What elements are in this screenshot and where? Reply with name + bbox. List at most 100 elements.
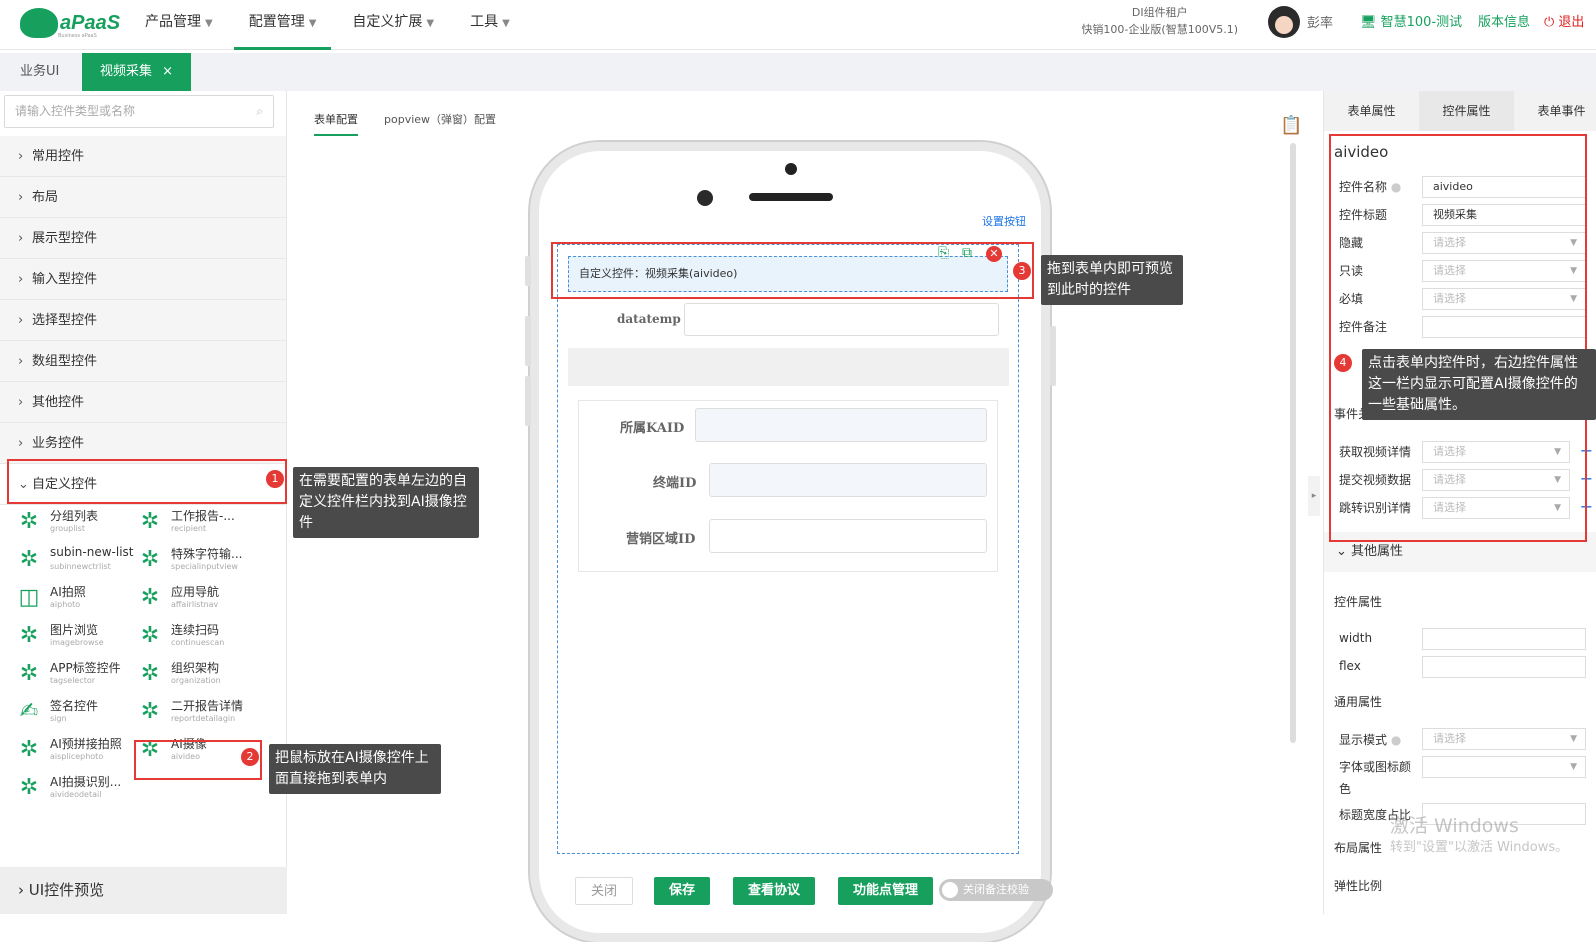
field-label: datatemp xyxy=(617,312,681,326)
annotation-tip: 点击表单内控件时，右边控件属性这一栏内显示可配置AI摄像控件的一些基础属性。 xyxy=(1362,349,1596,420)
section-label: 控件属性 xyxy=(1334,595,1383,609)
save-button[interactable]: 保存 xyxy=(654,877,711,905)
category-other[interactable]: › 其他控件 xyxy=(0,382,286,423)
component-item[interactable]: ✲ 分组列表 grouplist xyxy=(16,505,134,539)
display-mode-select[interactable]: 请选择 ▼ xyxy=(1422,728,1586,750)
chevron-right-icon: › xyxy=(18,149,24,164)
version-link[interactable]: 版本信息 xyxy=(1478,11,1530,30)
watermark-title: 激活 Windows xyxy=(1390,815,1519,837)
tab-popview-config[interactable]: popview（弹窗）配置 xyxy=(384,111,496,134)
chevron-right-icon: › xyxy=(18,881,29,899)
component-item[interactable]: ✲ 应用导航 affairlistnav xyxy=(137,581,255,615)
flex-input[interactable] xyxy=(1422,656,1586,678)
component-item[interactable]: ✲ 工作报告-... recipient xyxy=(137,505,255,539)
tenant-name: DI组件租户 xyxy=(1131,6,1188,19)
category-business[interactable]: › 业务控件 xyxy=(0,423,286,464)
phone-side-button xyxy=(525,376,531,426)
component-item[interactable]: ✲ AI预拼接拍照 aisplicephoto xyxy=(16,733,134,767)
kaid-input[interactable] xyxy=(695,408,987,442)
chevron-right-icon: › xyxy=(18,272,24,287)
camera-icon: ◫ xyxy=(18,585,40,610)
step-badge: 3 xyxy=(1013,262,1031,280)
avatar[interactable] xyxy=(1268,6,1300,38)
close-button[interactable]: 关闭 xyxy=(575,877,634,905)
prop-label: 显示模式 ● xyxy=(1339,733,1402,747)
tab-form-config[interactable]: 表单配置 xyxy=(314,111,358,136)
category-array[interactable]: › 数组型控件 xyxy=(0,341,286,382)
component-item[interactable]: ✲ AI拍摄识别... aivideodetail xyxy=(16,771,134,805)
display-icon: 🖥 xyxy=(1360,15,1381,30)
category-input[interactable]: › 输入型控件 xyxy=(0,259,286,300)
phone-side-button xyxy=(1050,326,1056,386)
category-common[interactable]: › 常用控件 xyxy=(0,136,286,177)
terminal-id-input[interactable] xyxy=(709,463,987,497)
chevron-right-icon: › xyxy=(18,354,24,369)
dropdown-icon: ▼ xyxy=(1570,734,1577,744)
category-layout[interactable]: › 布局 xyxy=(0,177,286,218)
chevron-right-icon: › xyxy=(18,436,24,451)
menu-extension[interactable]: 自定义扩展 ▼ xyxy=(337,0,449,50)
highlight-box xyxy=(1329,134,1587,542)
component-item[interactable]: ✲ APP标签控件 tagselector xyxy=(16,657,134,691)
puzzle-icon: ✲ xyxy=(140,623,160,648)
component-item[interactable]: ✲ 图片浏览 imagebrowse xyxy=(16,619,134,653)
brand-logo[interactable]: aPaaS Business aPaaS xyxy=(20,6,120,40)
chevron-down-icon: ⌄ xyxy=(1336,544,1352,559)
category-display[interactable]: › 展示型控件 xyxy=(0,218,286,259)
menu-tools[interactable]: 工具 ▼ xyxy=(455,0,525,50)
chevron-right-icon: › xyxy=(18,190,24,205)
component-item[interactable]: ✲ subin-new-list subinnewctrlist xyxy=(16,543,134,577)
signature-icon: ✍ xyxy=(19,699,39,724)
collapse-handle-icon[interactable]: ▸ xyxy=(1308,476,1320,516)
clipboard-icon[interactable]: 📋 xyxy=(1280,115,1302,136)
component-item[interactable]: ✲ 连续扫码 continuescan xyxy=(137,619,255,653)
set-button-link[interactable]: 设置按钮 xyxy=(982,213,1026,229)
env-link[interactable]: 🖥 智慧100-测试 xyxy=(1360,11,1462,30)
prop-label: width xyxy=(1339,631,1373,645)
component-item[interactable]: ✍ 签名控件 sign xyxy=(16,695,134,729)
menu-product[interactable]: 产品管理 ▼ xyxy=(130,0,228,50)
tab-video-capture[interactable]: 视频采集 × xyxy=(82,53,192,91)
section-label: 通用属性 xyxy=(1334,695,1383,709)
remark-validation-toggle[interactable]: 关闭备注校验 xyxy=(939,879,1053,901)
search-input[interactable]: 请输入控件类型或名称 ⌕ xyxy=(4,95,274,128)
caret-down-icon: ▼ xyxy=(205,18,213,29)
logout-link[interactable]: ⏻ 退出 xyxy=(1544,11,1584,30)
user-name[interactable]: 彭率 xyxy=(1307,12,1333,31)
step-badge: 1 xyxy=(266,470,284,488)
highlight-box xyxy=(7,459,287,504)
search-icon: ⌕ xyxy=(256,104,263,118)
chevron-right-icon: › xyxy=(18,231,24,246)
prop-label: 字体或图标颜 xyxy=(1339,760,1412,774)
puzzle-icon: ✲ xyxy=(19,737,39,762)
dropdown-icon: ▼ xyxy=(1570,762,1577,772)
close-icon[interactable]: × xyxy=(162,64,173,79)
ui-preview-toggle[interactable]: › UI控件预览 xyxy=(0,867,287,914)
tenant-info: DI组件租户 快销100-企业版(智慧100V5.1) xyxy=(1081,4,1238,38)
feature-management-button[interactable]: 功能点管理 xyxy=(838,877,934,905)
tab-business-ui[interactable]: 业务UI xyxy=(2,53,77,91)
tab-form-props[interactable]: 表单属性 xyxy=(1324,91,1419,131)
puzzle-icon: ✲ xyxy=(140,585,160,610)
prop-label: 弹性比例 xyxy=(1334,879,1383,893)
datatemp-input[interactable] xyxy=(684,303,999,336)
width-input[interactable] xyxy=(1422,628,1586,650)
component-item[interactable]: ✲ 组织架构 organization xyxy=(137,657,255,691)
tab-form-events[interactable]: 表单事件 xyxy=(1514,91,1596,131)
menu-config[interactable]: 配置管理 ▼ xyxy=(233,0,332,50)
view-agreement-button[interactable]: 查看协议 xyxy=(733,877,816,905)
component-item[interactable]: ✲ 二开报告详情 reportdetailagin xyxy=(137,695,255,729)
caret-down-icon: ▼ xyxy=(426,18,435,29)
component-item[interactable]: ◫ AI拍照 aiphoto xyxy=(16,581,134,615)
component-item[interactable]: ✲ 特殊字符输... specialinputview xyxy=(137,543,255,577)
tenant-edition: 快销100-企业版(智慧100V5.1) xyxy=(1081,23,1238,36)
region-id-input[interactable] xyxy=(709,519,987,553)
canvas-scrollbar[interactable] xyxy=(1290,143,1296,743)
tab-control-props[interactable]: 控件属性 xyxy=(1419,91,1514,131)
help-icon: ● xyxy=(1390,733,1402,747)
annotation-tip: 拖到表单内即可预览到此时的控件 xyxy=(1041,255,1183,305)
category-select[interactable]: › 选择型控件 xyxy=(0,300,286,341)
font-color-select[interactable]: ▼ xyxy=(1422,756,1586,778)
top-navbar: aPaaS Business aPaaS 产品管理 ▼ 配置管理 ▼ 自定义扩展 ▼ … xyxy=(0,0,1596,50)
annotation-tip: 把鼠标放在AI摄像控件上面直接拖到表单内 xyxy=(269,744,441,794)
